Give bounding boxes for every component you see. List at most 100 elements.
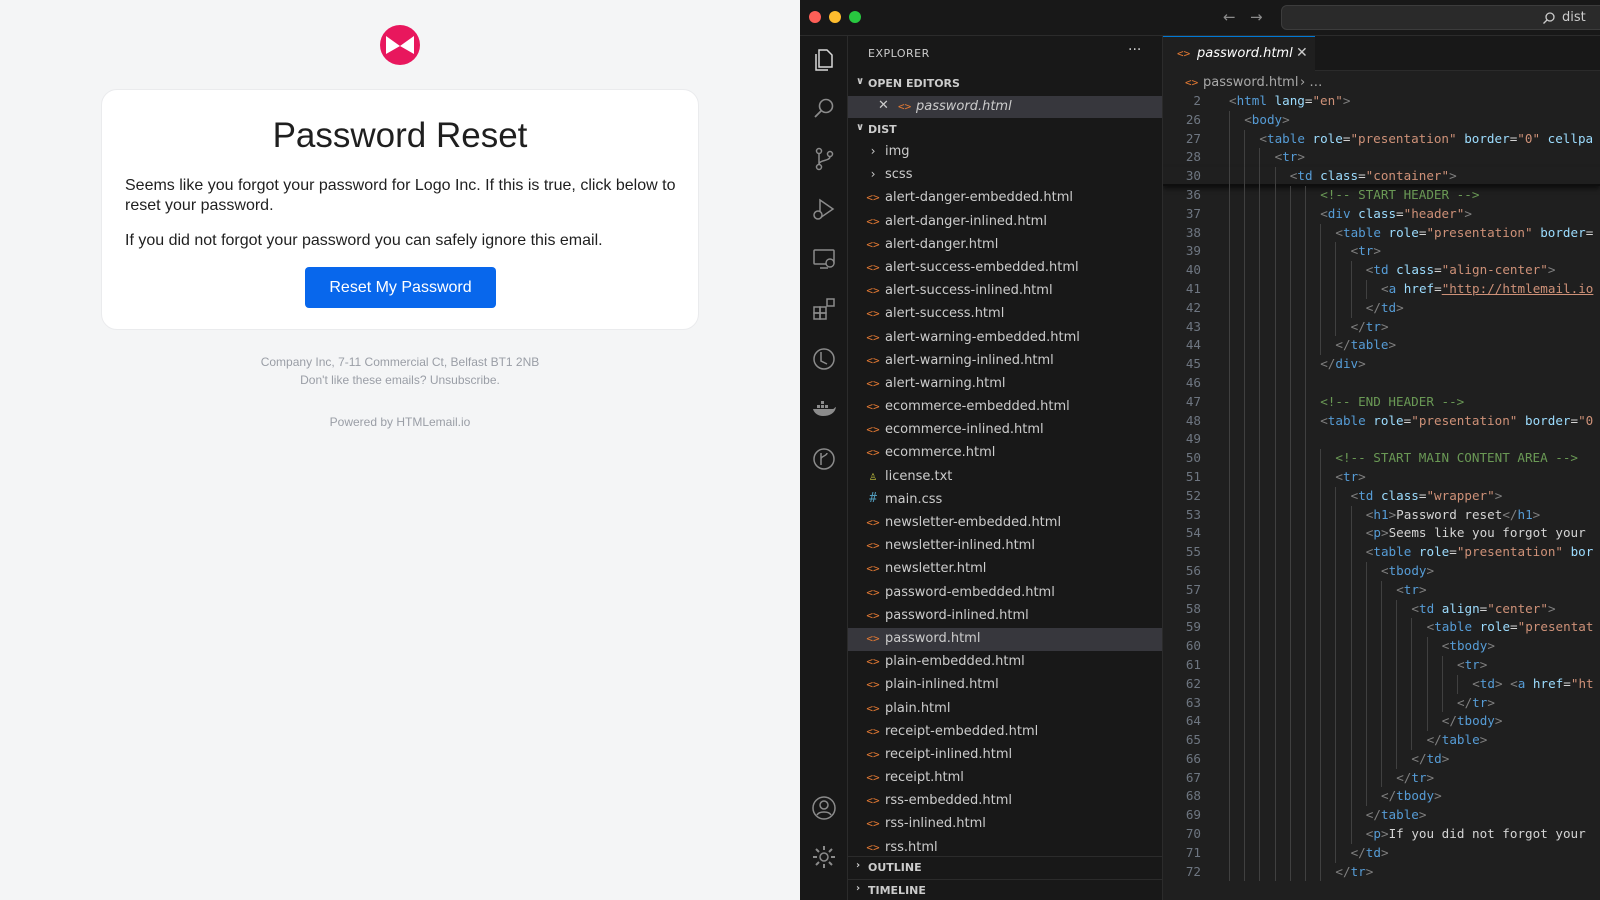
indent-guide xyxy=(1289,749,1291,769)
search-icon[interactable] xyxy=(810,95,838,123)
code-token: < xyxy=(1381,562,1389,578)
timeline-section-header[interactable]: › TIMELINE xyxy=(848,879,1162,900)
file-name: alert-danger-inlined.html xyxy=(885,213,1047,229)
file-item[interactable]: <> plain.html xyxy=(848,698,1162,721)
footer-powered-by-link[interactable]: Powered by HTMLemail.io xyxy=(0,415,800,429)
file-item[interactable]: <> alert-danger.html xyxy=(848,234,1162,257)
file-item[interactable]: <> rss-inlined.html xyxy=(848,813,1162,836)
indent-guide xyxy=(1244,674,1246,694)
outline-section-header[interactable]: › OUTLINE xyxy=(848,856,1162,878)
source-control-icon[interactable] xyxy=(810,145,838,173)
accounts-icon[interactable] xyxy=(810,794,838,822)
code-token: </ xyxy=(1396,769,1412,785)
indent-guide xyxy=(1396,712,1398,732)
remote-explorer-icon[interactable] xyxy=(810,245,838,273)
indent-guide xyxy=(1274,411,1276,431)
file-item[interactable]: # main.css xyxy=(848,489,1162,512)
docker-icon[interactable] xyxy=(810,395,838,423)
code-token: < xyxy=(1411,600,1419,616)
window-minimize-button[interactable] xyxy=(829,11,841,23)
file-item[interactable]: <> alert-danger-inlined.html xyxy=(848,211,1162,234)
file-item[interactable]: <> alert-warning.html xyxy=(848,373,1162,396)
command-center-search[interactable]: dist xyxy=(1281,5,1600,30)
file-item[interactable]: <> receipt-inlined.html xyxy=(848,744,1162,767)
file-item[interactable]: <> rss-embedded.html xyxy=(848,790,1162,813)
footer-unsubscribe-link[interactable]: Don't like these emails? Unsubscribe. xyxy=(0,373,800,387)
code-text: </tr> xyxy=(1351,319,1389,334)
file-item[interactable]: <> alert-warning-inlined.html xyxy=(848,350,1162,373)
indent-guide xyxy=(1411,674,1413,694)
files-icon[interactable] xyxy=(810,46,838,74)
indent-guide xyxy=(1229,167,1230,186)
file-item[interactable]: <> receipt-embedded.html xyxy=(848,721,1162,744)
code-line: 63 </tr> xyxy=(1163,693,1600,713)
file-item[interactable]: <> ecommerce-embedded.html xyxy=(848,396,1162,419)
tab-password-html[interactable]: <> password.html ✕ xyxy=(1163,36,1315,71)
code-token: > xyxy=(1358,468,1366,484)
settings-gear-icon[interactable] xyxy=(810,843,838,871)
reset-password-button[interactable]: Reset My Password xyxy=(305,267,496,308)
file-item[interactable]: <> alert-warning-embedded.html xyxy=(848,327,1162,350)
code-token: > xyxy=(1282,111,1290,127)
indent-guide xyxy=(1259,355,1261,374)
indent-guide xyxy=(1305,543,1306,562)
code-text: <!-- END HEADER --> xyxy=(1320,394,1464,409)
run-debug-icon[interactable] xyxy=(810,195,838,223)
indent-guide xyxy=(1259,693,1261,713)
more-actions-icon[interactable]: ··· xyxy=(1128,42,1141,58)
indent-guide xyxy=(1335,768,1337,788)
file-item[interactable]: ♙ license.txt xyxy=(848,466,1162,489)
open-editor-item[interactable]: ✕ <> password.html xyxy=(848,96,1162,118)
close-icon[interactable]: ✕ xyxy=(878,98,889,113)
code-area[interactable]: 2 <html lang="en"> 26 <body> 27 <table role="… xyxy=(1163,92,1600,882)
file-item[interactable]: <> plain-inlined.html xyxy=(848,674,1162,697)
window-maximize-button[interactable] xyxy=(849,11,861,23)
indent-guide xyxy=(1305,731,1306,750)
code-token: > xyxy=(1479,656,1488,672)
file-item[interactable]: <> alert-success-inlined.html xyxy=(848,280,1162,303)
code-token: tbody xyxy=(1456,713,1495,729)
extensions-icon[interactable] xyxy=(810,295,838,323)
folder-item[interactable]: › scss xyxy=(848,164,1162,187)
indent-guide xyxy=(1305,373,1306,393)
file-item[interactable]: <> password-embedded.html xyxy=(848,582,1162,605)
dist-folder-header[interactable]: ∨ DIST xyxy=(848,119,1162,141)
file-item[interactable]: <> receipt.html xyxy=(848,767,1162,790)
html-file-icon: <> xyxy=(866,516,880,529)
breadcrumb-symbols[interactable]: › … xyxy=(1300,75,1322,90)
file-item[interactable]: <> password-inlined.html xyxy=(848,605,1162,628)
file-item[interactable]: <> newsletter-inlined.html xyxy=(848,535,1162,558)
nav-back-icon[interactable]: ← xyxy=(1223,8,1236,26)
file-item[interactable]: <> alert-success-embedded.html xyxy=(848,257,1162,280)
testing-icon[interactable] xyxy=(810,345,838,373)
file-name: alert-danger.html xyxy=(885,236,999,252)
file-item[interactable]: <> ecommerce.html xyxy=(848,442,1162,465)
file-item[interactable]: <> password.html xyxy=(848,627,1162,652)
indent-guide xyxy=(1274,279,1276,299)
indent-guide xyxy=(1381,580,1382,600)
file-item[interactable]: <> newsletter-embedded.html xyxy=(848,512,1162,535)
line-number: 42 xyxy=(1185,299,1201,315)
git-graph-icon[interactable] xyxy=(810,445,838,473)
window-close-button[interactable] xyxy=(809,11,821,23)
file-item[interactable]: <> plain-embedded.html xyxy=(848,651,1162,674)
file-item[interactable]: <> alert-danger-embedded.html xyxy=(848,187,1162,210)
line-number: 61 xyxy=(1185,656,1201,672)
indent-guide xyxy=(1289,768,1291,788)
code-token: tbody xyxy=(1388,562,1427,578)
html-file-icon: <> xyxy=(866,562,880,576)
indent-guide xyxy=(1274,167,1276,186)
folder-item[interactable]: › img xyxy=(848,141,1162,164)
nav-forward-icon[interactable]: → xyxy=(1250,8,1263,26)
code-token: = xyxy=(1434,280,1442,296)
indent-guide xyxy=(1289,242,1291,262)
file-item[interactable]: <> newsletter.html xyxy=(848,558,1162,581)
indent-guide xyxy=(1305,637,1306,656)
file-item[interactable]: <> ecommerce-inlined.html xyxy=(848,419,1162,442)
close-icon[interactable]: ✕ xyxy=(1296,45,1308,61)
breadcrumb-file[interactable]: password.html xyxy=(1203,75,1298,90)
open-editors-section-header[interactable]: ∨ OPEN EDITORS xyxy=(848,73,1162,95)
indent-guide xyxy=(1229,599,1230,619)
file-item[interactable]: <> alert-success.html xyxy=(848,303,1162,326)
